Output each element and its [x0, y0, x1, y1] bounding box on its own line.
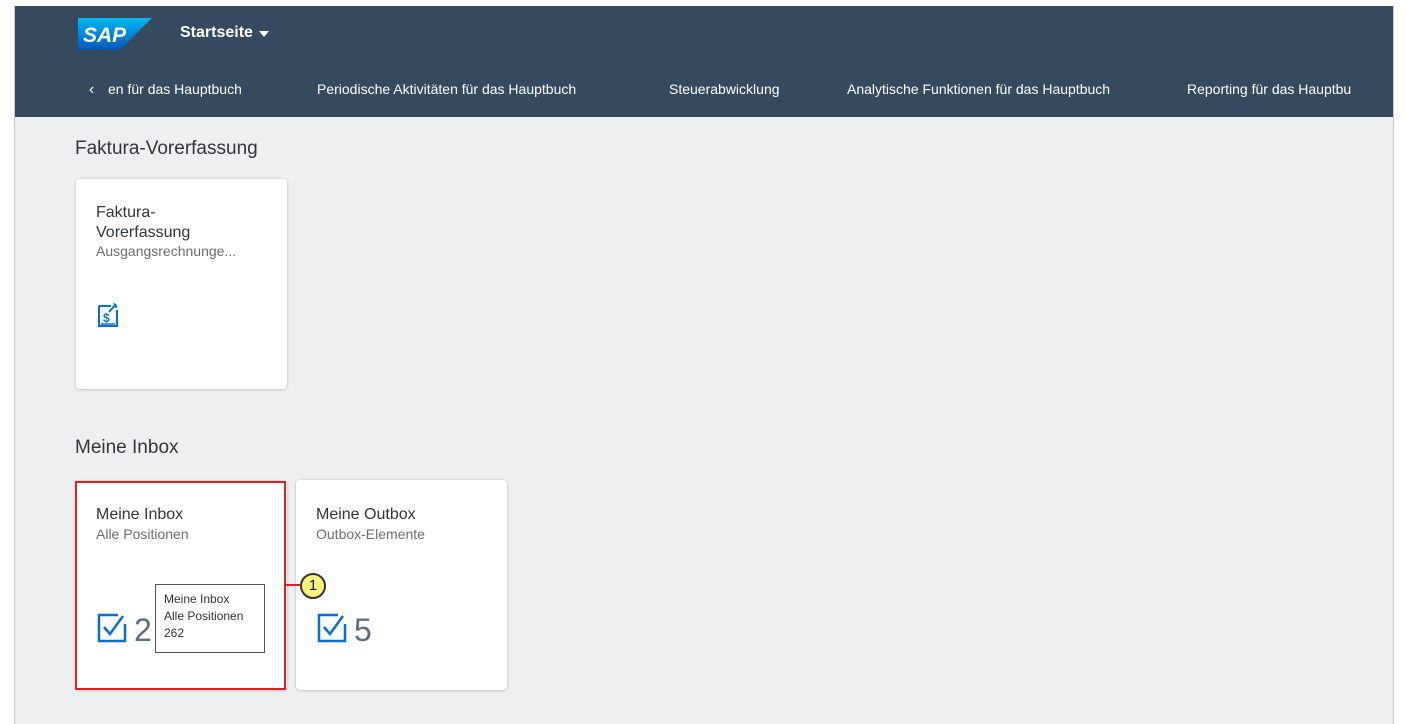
task-checkbox-icon [317, 613, 347, 643]
caret-down-icon [258, 31, 269, 37]
tab-reporting[interactable]: Reporting für das Hauptbu [1187, 81, 1351, 97]
tab-hauptbuch[interactable]: en für das Hauptbuch [108, 81, 242, 97]
tile-subtitle: Outbox-Elemente [316, 526, 425, 542]
home-title-menu[interactable]: Startseite [180, 24, 269, 42]
launchpad-frame: SAP Startseite ‹ en für das Hauptbuch Pe… [14, 6, 1394, 724]
chevron-left-icon[interactable]: ‹ [89, 81, 94, 99]
tooltip: Meine Inbox Alle Positionen 262 [155, 584, 265, 653]
svg-text:$: $ [103, 311, 110, 325]
billing-document-icon: $ [98, 302, 118, 327]
tooltip-line-subtitle: Alle Positionen [164, 609, 244, 623]
tile-count: 5 [354, 612, 372, 648]
sap-logo-text: SAP [83, 24, 127, 47]
tile-faktura-vorerfassung[interactable]: Faktura- Vorerfassung Ausgangsrechnunge.… [76, 179, 287, 389]
home-title: Startseite [180, 24, 253, 41]
callout-marker: 1 [300, 573, 326, 599]
tab-periodische-aktivitaeten[interactable]: Periodische Aktivitäten für das Hauptbuc… [317, 81, 576, 97]
callout-connector [286, 584, 300, 586]
tile-title-line1: Faktura- [96, 204, 156, 221]
tile-title: Meine Outbox [316, 506, 416, 523]
tile-subtitle: Ausgangsrechnunge... [96, 243, 237, 259]
section-title-inbox: Meine Inbox [75, 437, 179, 458]
sap-logo[interactable]: SAP [78, 18, 152, 50]
section-title-faktura: Faktura-Vorerfassung [75, 138, 258, 159]
tab-analytische-funktionen[interactable]: Analytische Funktionen für das Hauptbuch [847, 81, 1110, 97]
tile-title-line2: Vorerfassung [96, 224, 191, 241]
tab-steuerabwicklung[interactable]: Steuerabwicklung [669, 81, 780, 97]
tooltip-line-count: 262 [164, 626, 185, 640]
tooltip-line-title: Meine Inbox [164, 592, 230, 606]
tile-meine-outbox[interactable]: Meine Outbox Outbox-Elemente 5 [296, 480, 507, 690]
shell-bar: SAP Startseite ‹ en für das Hauptbuch Pe… [15, 6, 1393, 117]
